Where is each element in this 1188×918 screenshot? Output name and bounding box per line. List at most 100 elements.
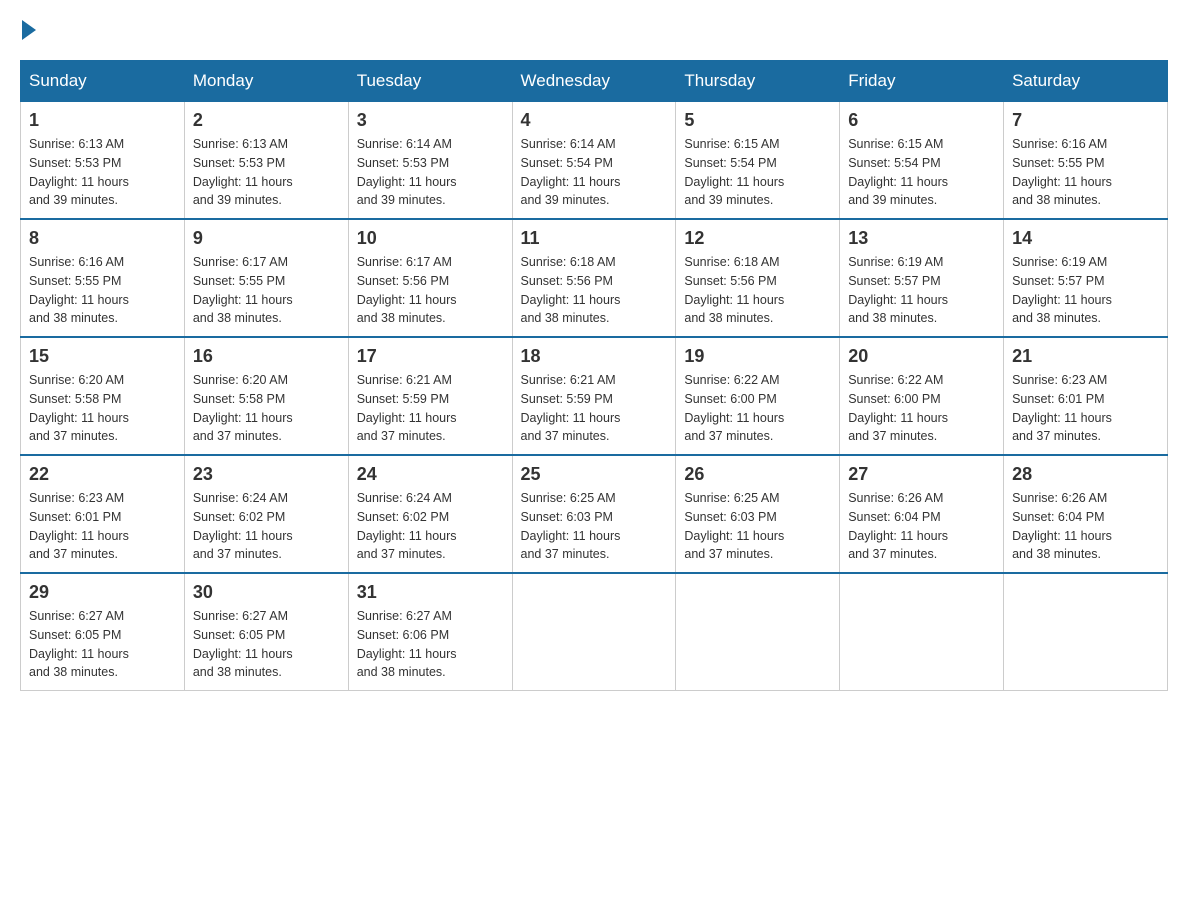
day-number: 21 bbox=[1012, 346, 1159, 367]
calendar-header-thursday: Thursday bbox=[676, 61, 840, 102]
day-number: 26 bbox=[684, 464, 831, 485]
calendar-cell: 6 Sunrise: 6:15 AMSunset: 5:54 PMDaylight… bbox=[840, 102, 1004, 220]
day-number: 12 bbox=[684, 228, 831, 249]
day-info: Sunrise: 6:15 AMSunset: 5:54 PMDaylight:… bbox=[848, 135, 995, 210]
calendar-header-sunday: Sunday bbox=[21, 61, 185, 102]
day-info: Sunrise: 6:16 AMSunset: 5:55 PMDaylight:… bbox=[29, 253, 176, 328]
day-number: 17 bbox=[357, 346, 504, 367]
day-info: Sunrise: 6:13 AMSunset: 5:53 PMDaylight:… bbox=[193, 135, 340, 210]
calendar-header-wednesday: Wednesday bbox=[512, 61, 676, 102]
calendar-cell: 30 Sunrise: 6:27 AMSunset: 6:05 PMDayligh… bbox=[184, 573, 348, 691]
day-number: 7 bbox=[1012, 110, 1159, 131]
day-number: 11 bbox=[521, 228, 668, 249]
calendar-cell: 2 Sunrise: 6:13 AMSunset: 5:53 PMDaylight… bbox=[184, 102, 348, 220]
day-info: Sunrise: 6:14 AMSunset: 5:53 PMDaylight:… bbox=[357, 135, 504, 210]
day-info: Sunrise: 6:17 AMSunset: 5:55 PMDaylight:… bbox=[193, 253, 340, 328]
calendar-week-row-3: 15 Sunrise: 6:20 AMSunset: 5:58 PMDayligh… bbox=[21, 337, 1168, 455]
day-number: 27 bbox=[848, 464, 995, 485]
day-number: 5 bbox=[684, 110, 831, 131]
logo bbox=[20, 20, 38, 40]
calendar-week-row-5: 29 Sunrise: 6:27 AMSunset: 6:05 PMDayligh… bbox=[21, 573, 1168, 691]
day-number: 6 bbox=[848, 110, 995, 131]
day-info: Sunrise: 6:27 AMSunset: 6:05 PMDaylight:… bbox=[193, 607, 340, 682]
day-info: Sunrise: 6:16 AMSunset: 5:55 PMDaylight:… bbox=[1012, 135, 1159, 210]
day-info: Sunrise: 6:26 AMSunset: 6:04 PMDaylight:… bbox=[848, 489, 995, 564]
calendar-cell: 20 Sunrise: 6:22 AMSunset: 6:00 PMDayligh… bbox=[840, 337, 1004, 455]
calendar-week-row-4: 22 Sunrise: 6:23 AMSunset: 6:01 PMDayligh… bbox=[21, 455, 1168, 573]
calendar-cell: 29Sunrise: 6:27 AMSunset: 6:05 PMDayligh… bbox=[21, 573, 185, 691]
calendar-cell: 27 Sunrise: 6:26 AMSunset: 6:04 PMDayligh… bbox=[840, 455, 1004, 573]
day-info: Sunrise: 6:20 AMSunset: 5:58 PMDaylight:… bbox=[29, 371, 176, 446]
day-info: Sunrise: 6:24 AMSunset: 6:02 PMDaylight:… bbox=[357, 489, 504, 564]
calendar-cell: 12 Sunrise: 6:18 AMSunset: 5:56 PMDayligh… bbox=[676, 219, 840, 337]
day-number: 10 bbox=[357, 228, 504, 249]
calendar-cell: 18 Sunrise: 6:21 AMSunset: 5:59 PMDayligh… bbox=[512, 337, 676, 455]
day-info: Sunrise: 6:20 AMSunset: 5:58 PMDaylight:… bbox=[193, 371, 340, 446]
calendar-table: SundayMondayTuesdayWednesdayThursdayFrid… bbox=[20, 60, 1168, 691]
day-info: Sunrise: 6:22 AMSunset: 6:00 PMDaylight:… bbox=[684, 371, 831, 446]
day-number: 4 bbox=[521, 110, 668, 131]
day-info: Sunrise: 6:25 AMSunset: 6:03 PMDaylight:… bbox=[684, 489, 831, 564]
calendar-cell: 7 Sunrise: 6:16 AMSunset: 5:55 PMDaylight… bbox=[1004, 102, 1168, 220]
calendar-cell: 28 Sunrise: 6:26 AMSunset: 6:04 PMDayligh… bbox=[1004, 455, 1168, 573]
calendar-cell: 17 Sunrise: 6:21 AMSunset: 5:59 PMDayligh… bbox=[348, 337, 512, 455]
calendar-cell bbox=[512, 573, 676, 691]
day-number: 9 bbox=[193, 228, 340, 249]
day-info: Sunrise: 6:23 AMSunset: 6:01 PMDaylight:… bbox=[29, 489, 176, 564]
calendar-cell: 3 Sunrise: 6:14 AMSunset: 5:53 PMDaylight… bbox=[348, 102, 512, 220]
calendar-cell: 9 Sunrise: 6:17 AMSunset: 5:55 PMDaylight… bbox=[184, 219, 348, 337]
day-info: Sunrise: 6:13 AMSunset: 5:53 PMDaylight:… bbox=[29, 135, 176, 210]
calendar-header-saturday: Saturday bbox=[1004, 61, 1168, 102]
calendar-header-row: SundayMondayTuesdayWednesdayThursdayFrid… bbox=[21, 61, 1168, 102]
calendar-cell: 15 Sunrise: 6:20 AMSunset: 5:58 PMDayligh… bbox=[21, 337, 185, 455]
day-info: Sunrise: 6:21 AMSunset: 5:59 PMDaylight:… bbox=[521, 371, 668, 446]
calendar-header-tuesday: Tuesday bbox=[348, 61, 512, 102]
day-number: 15 bbox=[29, 346, 176, 367]
day-info: Sunrise: 6:14 AMSunset: 5:54 PMDaylight:… bbox=[521, 135, 668, 210]
day-info: Sunrise: 6:19 AMSunset: 5:57 PMDaylight:… bbox=[1012, 253, 1159, 328]
day-info: Sunrise: 6:27 AMSunset: 6:06 PMDaylight:… bbox=[357, 607, 504, 682]
day-number: 18 bbox=[521, 346, 668, 367]
day-number: 13 bbox=[848, 228, 995, 249]
calendar-cell: 21Sunrise: 6:23 AMSunset: 6:01 PMDayligh… bbox=[1004, 337, 1168, 455]
day-number: 3 bbox=[357, 110, 504, 131]
day-number: 23 bbox=[193, 464, 340, 485]
day-info: Sunrise: 6:21 AMSunset: 5:59 PMDaylight:… bbox=[357, 371, 504, 446]
day-number: 22 bbox=[29, 464, 176, 485]
calendar-cell: 14Sunrise: 6:19 AMSunset: 5:57 PMDayligh… bbox=[1004, 219, 1168, 337]
calendar-cell: 1Sunrise: 6:13 AMSunset: 5:53 PMDaylight… bbox=[21, 102, 185, 220]
calendar-cell: 10 Sunrise: 6:17 AMSunset: 5:56 PMDayligh… bbox=[348, 219, 512, 337]
calendar-cell: 22 Sunrise: 6:23 AMSunset: 6:01 PMDayligh… bbox=[21, 455, 185, 573]
day-info: Sunrise: 6:17 AMSunset: 5:56 PMDaylight:… bbox=[357, 253, 504, 328]
day-number: 8 bbox=[29, 228, 176, 249]
calendar-cell: 4 Sunrise: 6:14 AMSunset: 5:54 PMDaylight… bbox=[512, 102, 676, 220]
calendar-cell: 26 Sunrise: 6:25 AMSunset: 6:03 PMDayligh… bbox=[676, 455, 840, 573]
day-number: 2 bbox=[193, 110, 340, 131]
day-number: 30 bbox=[193, 582, 340, 603]
calendar-cell: 16 Sunrise: 6:20 AMSunset: 5:58 PMDayligh… bbox=[184, 337, 348, 455]
calendar-week-row-2: 8 Sunrise: 6:16 AMSunset: 5:55 PMDaylight… bbox=[21, 219, 1168, 337]
calendar-cell: 24Sunrise: 6:24 AMSunset: 6:02 PMDayligh… bbox=[348, 455, 512, 573]
day-number: 25 bbox=[521, 464, 668, 485]
day-number: 20 bbox=[848, 346, 995, 367]
day-number: 16 bbox=[193, 346, 340, 367]
calendar-cell: 19 Sunrise: 6:22 AMSunset: 6:00 PMDayligh… bbox=[676, 337, 840, 455]
calendar-cell bbox=[840, 573, 1004, 691]
day-info: Sunrise: 6:22 AMSunset: 6:00 PMDaylight:… bbox=[848, 371, 995, 446]
calendar-cell: 5 Sunrise: 6:15 AMSunset: 5:54 PMDaylight… bbox=[676, 102, 840, 220]
day-info: Sunrise: 6:15 AMSunset: 5:54 PMDaylight:… bbox=[684, 135, 831, 210]
calendar-week-row-1: 1Sunrise: 6:13 AMSunset: 5:53 PMDaylight… bbox=[21, 102, 1168, 220]
day-info: Sunrise: 6:18 AMSunset: 5:56 PMDaylight:… bbox=[684, 253, 831, 328]
calendar-cell: 11Sunrise: 6:18 AMSunset: 5:56 PMDayligh… bbox=[512, 219, 676, 337]
day-number: 19 bbox=[684, 346, 831, 367]
calendar-cell: 8 Sunrise: 6:16 AMSunset: 5:55 PMDaylight… bbox=[21, 219, 185, 337]
calendar-cell: 31Sunrise: 6:27 AMSunset: 6:06 PMDayligh… bbox=[348, 573, 512, 691]
day-info: Sunrise: 6:26 AMSunset: 6:04 PMDaylight:… bbox=[1012, 489, 1159, 564]
logo-arrow-icon bbox=[22, 20, 36, 40]
page-header bbox=[20, 20, 1168, 40]
day-info: Sunrise: 6:19 AMSunset: 5:57 PMDaylight:… bbox=[848, 253, 995, 328]
calendar-cell bbox=[1004, 573, 1168, 691]
day-number: 29 bbox=[29, 582, 176, 603]
day-number: 28 bbox=[1012, 464, 1159, 485]
calendar-cell: 25Sunrise: 6:25 AMSunset: 6:03 PMDayligh… bbox=[512, 455, 676, 573]
